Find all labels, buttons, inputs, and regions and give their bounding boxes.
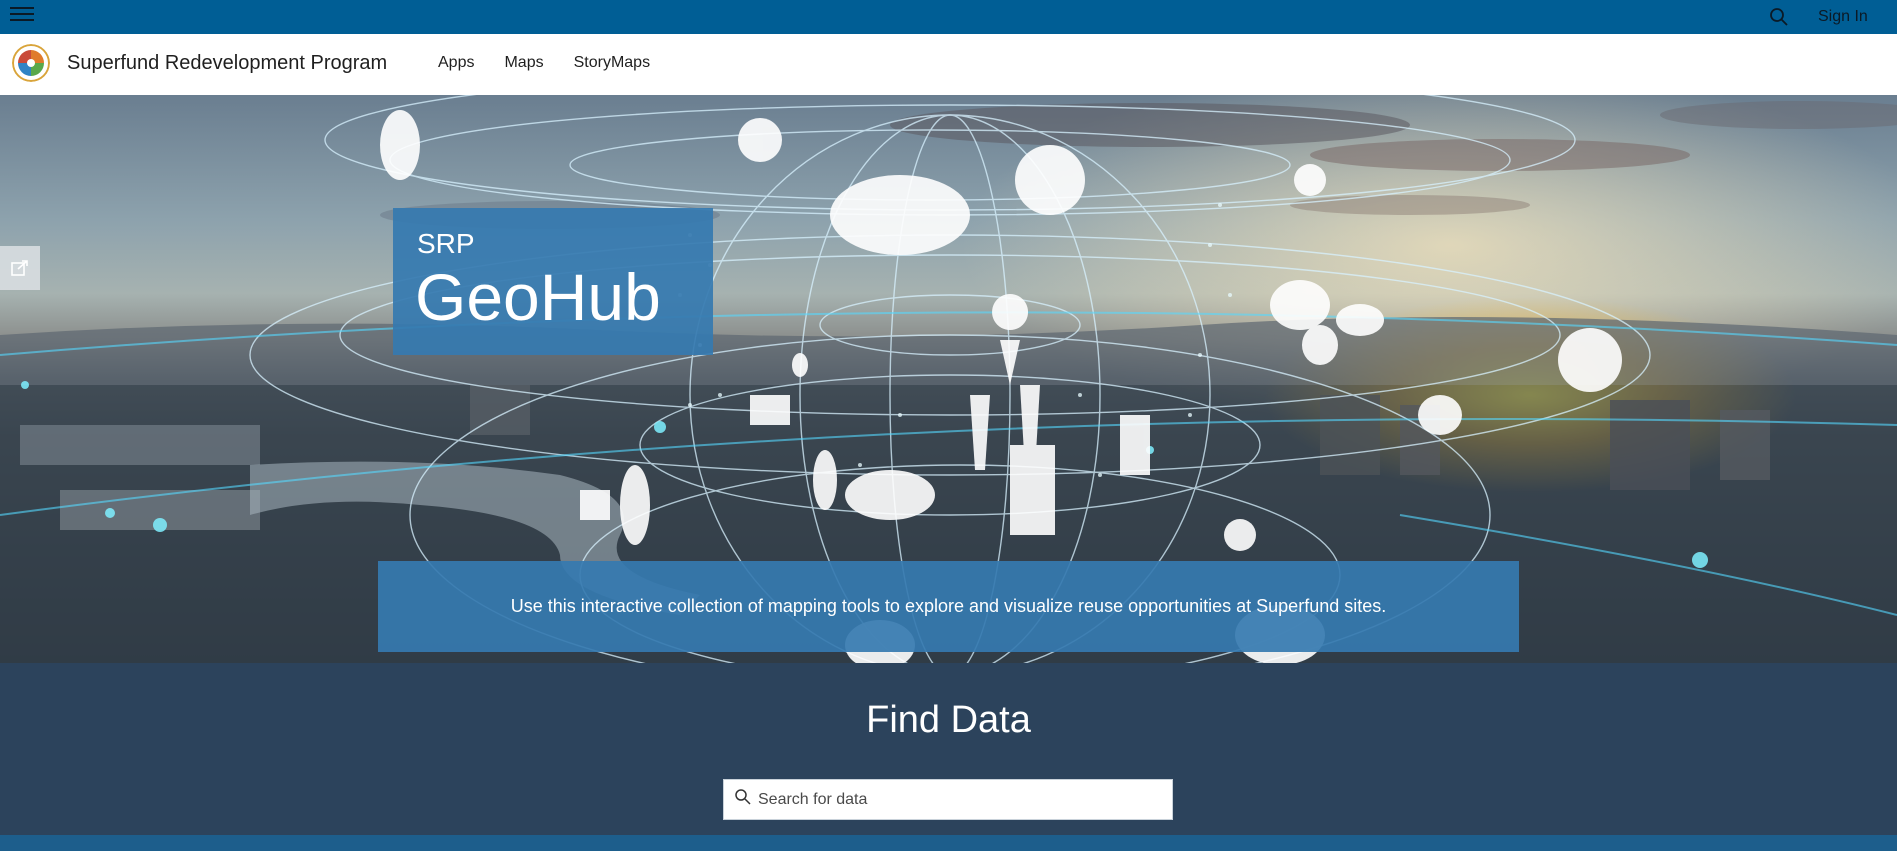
find-data-section: Find Data <box>0 663 1897 835</box>
nav-item-storymaps[interactable]: StoryMaps <box>574 54 650 72</box>
hero-title: GeoHub <box>415 260 661 334</box>
hamburger-menu-icon[interactable] <box>10 7 34 27</box>
search-icon <box>734 788 752 806</box>
sign-in-link[interactable]: Sign In <box>1818 8 1868 26</box>
search-input[interactable] <box>758 780 1158 819</box>
nav-item-apps[interactable]: Apps <box>438 54 474 72</box>
top-bar: Sign In <box>0 0 1897 34</box>
search-icon[interactable] <box>1769 7 1789 27</box>
nav-item-maps[interactable]: Maps <box>504 54 543 72</box>
site-header: Superfund Redevelopment Program Apps Map… <box>0 34 1897 95</box>
superfund-redevelopment-logo[interactable] <box>12 44 50 82</box>
hero-title-box: SRP GeoHub <box>393 208 713 355</box>
next-section-edge <box>0 835 1897 851</box>
hero-title-small: SRP <box>417 228 475 259</box>
hero-description-box: Use this interactive collection of mappi… <box>378 561 1519 652</box>
share-icon[interactable] <box>0 246 40 290</box>
data-search-box[interactable] <box>723 779 1173 820</box>
hero-description: Use this interactive collection of mappi… <box>510 596 1387 616</box>
find-data-title: Find Data <box>866 699 1031 741</box>
main-nav: Apps Maps StoryMaps <box>438 54 680 72</box>
hero-banner: SRP GeoHub Use this interactive collecti… <box>0 95 1897 663</box>
site-title[interactable]: Superfund Redevelopment Program <box>67 52 387 75</box>
